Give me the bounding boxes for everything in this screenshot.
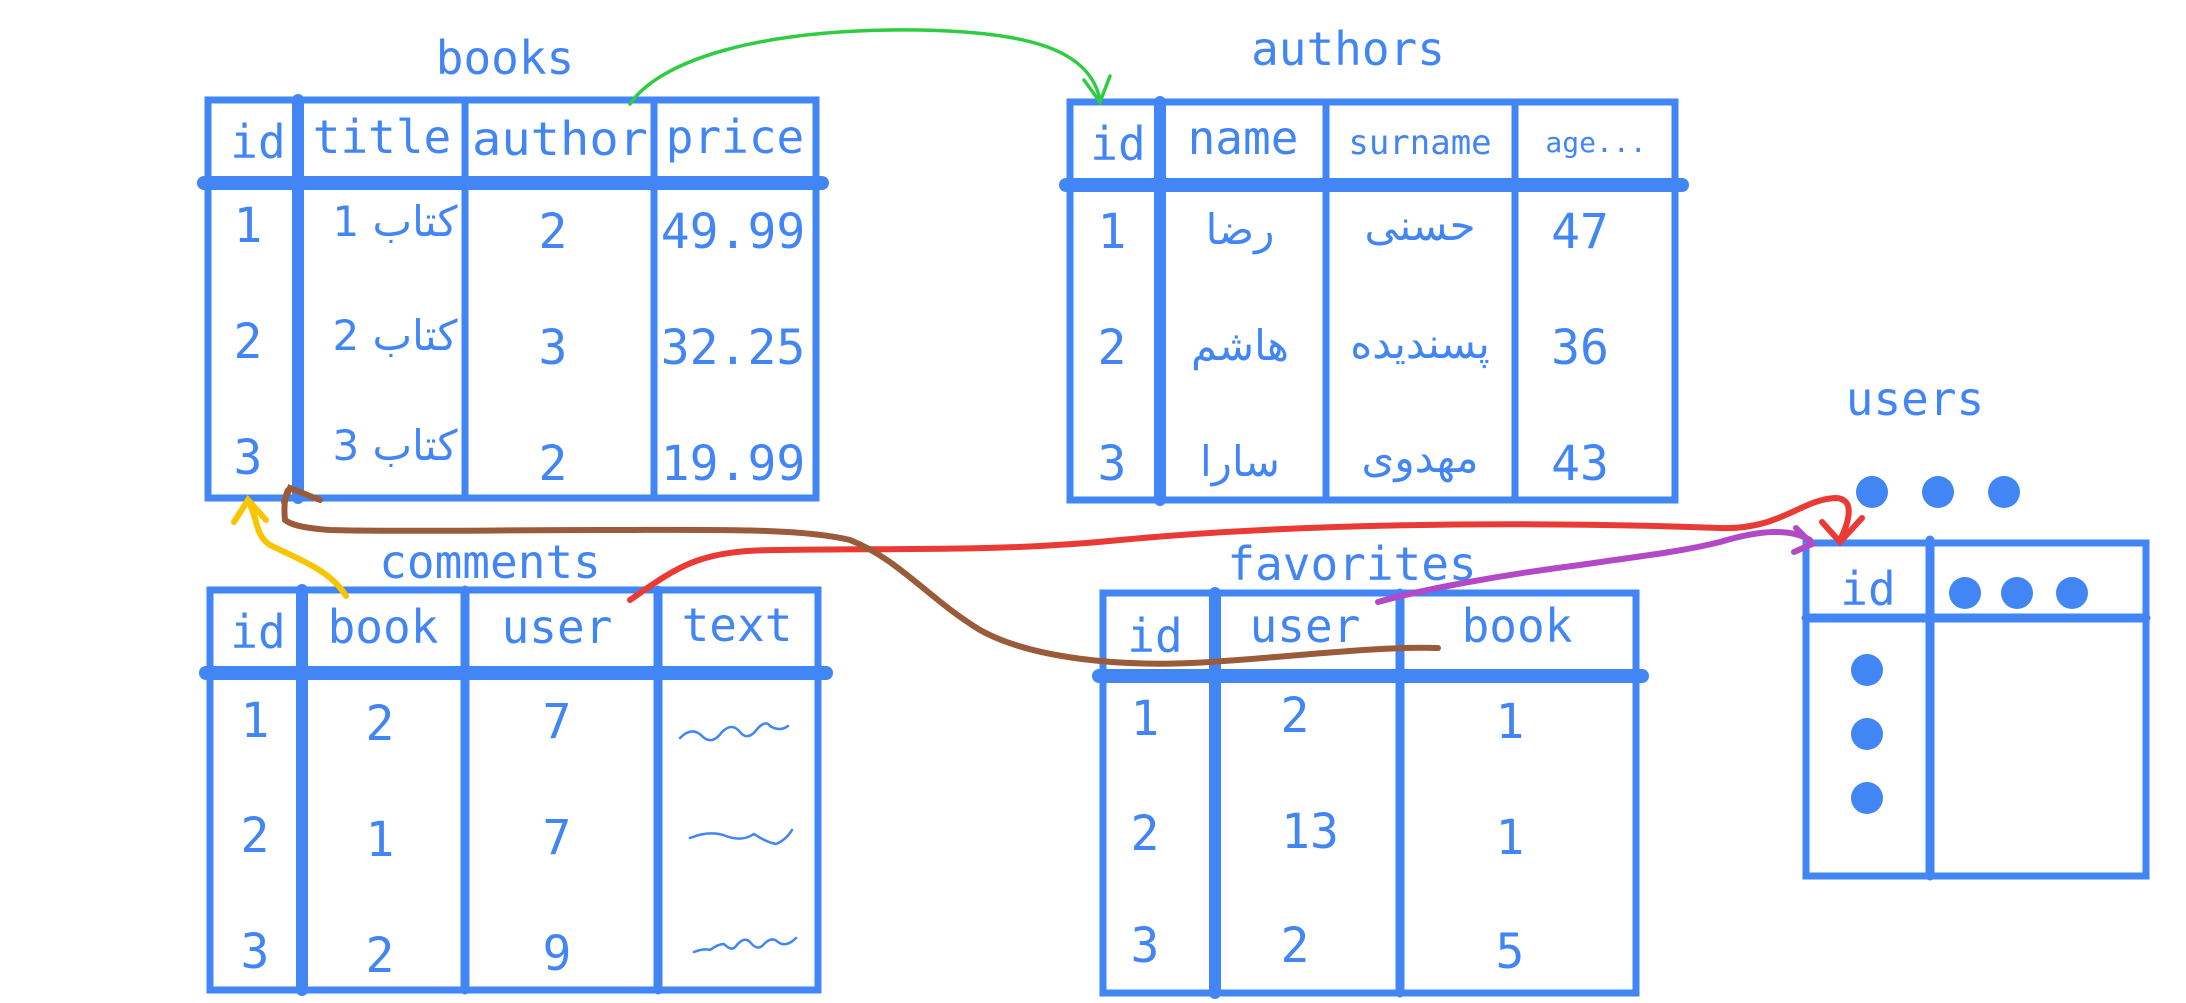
books-cell: 19.99 bbox=[661, 436, 806, 492]
users-header-dots bbox=[1949, 577, 2088, 609]
authors-cell: 2 bbox=[1098, 320, 1127, 376]
comments-title: comments bbox=[379, 535, 601, 589]
favorites-cell: 1 bbox=[1131, 691, 1160, 747]
authors-col-name: name bbox=[1188, 111, 1299, 165]
books-cell: 3 bbox=[234, 430, 263, 486]
authors-col-age: age... bbox=[1545, 126, 1646, 159]
relation-arrow-yellow bbox=[231, 495, 349, 599]
books-cell: 2 bbox=[539, 436, 568, 492]
authors-cell: رضا bbox=[1206, 205, 1275, 254]
comments-cell: 2 bbox=[241, 808, 270, 864]
books-cell: 32.25 bbox=[661, 320, 806, 376]
books-title: books bbox=[436, 31, 574, 85]
authors-cell: مهدوی bbox=[1361, 433, 1478, 483]
authors-cell: پسندیده bbox=[1350, 319, 1490, 369]
comments-cell: 2 bbox=[366, 928, 395, 984]
comments-col-user: user bbox=[502, 600, 613, 654]
comments-col-book: book bbox=[328, 600, 439, 654]
comments-cell: 2 bbox=[366, 696, 395, 752]
comments-table: comments id book user text 1 2 7 2 1 7 3… bbox=[199, 535, 833, 996]
favorites-cell: 2 bbox=[1281, 918, 1310, 974]
favorites-cell: 2 bbox=[1281, 688, 1310, 744]
books-cell: 2 bbox=[539, 204, 568, 260]
authors-cell: هاشم bbox=[1191, 321, 1289, 371]
comments-cell: 7 bbox=[543, 810, 572, 866]
users-title: users bbox=[1846, 372, 1984, 426]
books-table: books id title author price 1 1 كتاب 2 4… bbox=[197, 31, 829, 504]
users-col-id: id bbox=[1840, 562, 1895, 616]
favorites-cell: 2 bbox=[1131, 806, 1160, 862]
books-col-price: price bbox=[666, 110, 804, 164]
authors-col-surname: surname bbox=[1348, 123, 1491, 163]
authors-col-id: id bbox=[1090, 117, 1145, 171]
authors-cell: حسنی bbox=[1364, 201, 1475, 250]
comments-cell: 1 bbox=[241, 693, 270, 749]
favorites-cell: 5 bbox=[1496, 924, 1525, 980]
books-cell: 2 كتاب bbox=[332, 311, 457, 360]
authors-title: authors bbox=[1251, 22, 1445, 76]
books-col-id: id bbox=[230, 115, 285, 169]
schema-diagram: books id title author price 1 1 كتاب 2 4… bbox=[197, 22, 2151, 999]
books-cell: 2 bbox=[234, 314, 263, 370]
comments-cell: 7 bbox=[543, 694, 572, 750]
comment-squiggle bbox=[688, 828, 794, 846]
comments-cell: 9 bbox=[543, 926, 572, 982]
comments-col-id: id bbox=[230, 605, 285, 659]
books-cell: 1 كتاب bbox=[332, 197, 457, 246]
comment-squiggle bbox=[678, 722, 790, 742]
books-cell: 49.99 bbox=[661, 204, 806, 260]
comments-cell: 3 bbox=[241, 924, 270, 980]
favorites-title: favorites bbox=[1227, 537, 1476, 591]
books-cell: 1 bbox=[234, 198, 263, 254]
favorites-cell: 13 bbox=[1281, 804, 1339, 860]
authors-table: authors id name surname age... 1 رضا حسن… bbox=[1059, 22, 1689, 506]
authors-cell: 3 bbox=[1098, 436, 1127, 492]
authors-cell: 1 bbox=[1098, 204, 1127, 260]
favorites-col-book: book bbox=[1462, 599, 1573, 653]
authors-cell: 43 bbox=[1551, 436, 1609, 492]
books-col-author: author bbox=[472, 112, 648, 166]
users-table: users id bbox=[1801, 372, 2151, 881]
authors-cell: 47 bbox=[1551, 204, 1609, 260]
comment-squiggle bbox=[692, 936, 798, 954]
authors-cell: 36 bbox=[1551, 320, 1609, 376]
authors-cell: سارا bbox=[1200, 437, 1280, 486]
books-col-title: title bbox=[313, 110, 451, 164]
favorites-cell: 1 bbox=[1496, 694, 1525, 750]
favorites-table: favorites id user book 1 2 1 2 13 1 3 2 … bbox=[1092, 537, 1649, 999]
favorites-col-id: id bbox=[1127, 609, 1182, 663]
comments-cell: 1 bbox=[366, 812, 395, 868]
books-cell: 3 bbox=[539, 320, 568, 376]
users-row-dots bbox=[1851, 654, 1883, 814]
users-title-dots bbox=[1856, 476, 2020, 508]
books-cell: 3 كتاب bbox=[332, 421, 457, 470]
relation-arrow-green bbox=[628, 28, 1112, 106]
favorites-cell: 3 bbox=[1131, 918, 1160, 974]
comments-col-text: text bbox=[682, 598, 793, 652]
favorites-cell: 1 bbox=[1496, 810, 1525, 866]
favorites-col-user: user bbox=[1250, 599, 1361, 653]
